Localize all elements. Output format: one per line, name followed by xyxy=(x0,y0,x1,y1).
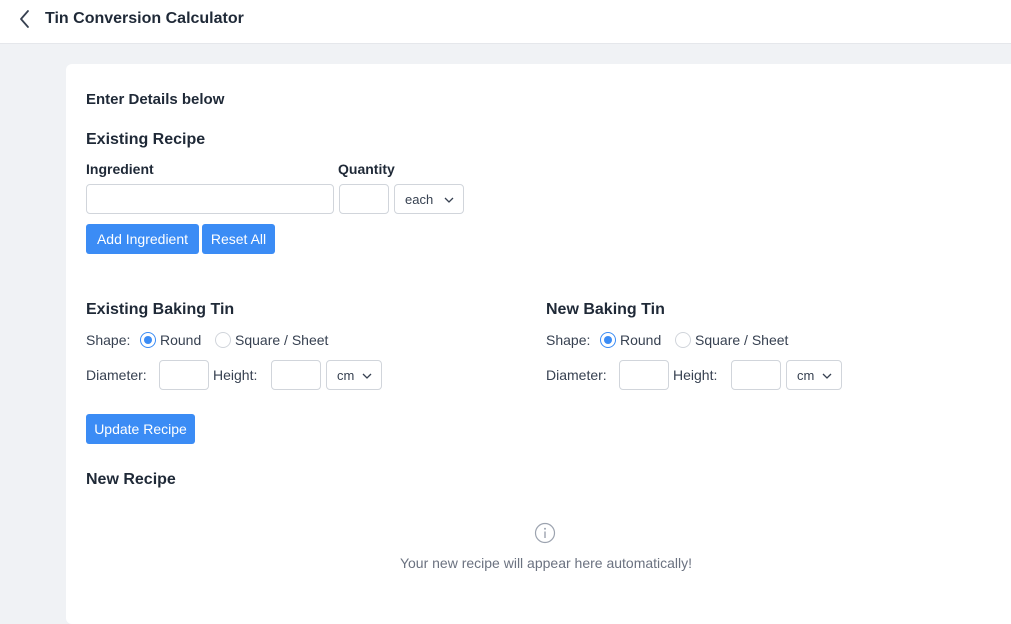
ingredient-label: Ingredient xyxy=(86,161,154,177)
new-tin-unit-select[interactable]: cm xyxy=(786,360,842,390)
existing-tin-heading: Existing Baking Tin xyxy=(86,301,235,318)
calculator-card: Enter Details below Existing Recipe Ingr… xyxy=(66,64,1011,624)
form-intro: Enter Details below xyxy=(86,91,225,108)
quantity-label: Quantity xyxy=(338,161,395,177)
existing-tin-square-radio[interactable] xyxy=(215,332,231,348)
existing-tin-height-label: Height: xyxy=(213,367,258,383)
existing-tin-round-label[interactable]: Round xyxy=(160,332,201,348)
quantity-unit-value: each xyxy=(405,192,434,207)
new-tin-height-input[interactable] xyxy=(731,360,781,390)
existing-tin-diameter-label: Diameter: xyxy=(86,367,147,383)
chevron-left-icon xyxy=(20,10,29,28)
chevron-down-icon xyxy=(444,197,454,203)
page-title: Tin Conversion Calculator xyxy=(45,10,244,27)
reset-all-button[interactable]: Reset All xyxy=(202,224,275,254)
existing-tin-square-label[interactable]: Square / Sheet xyxy=(235,332,328,348)
new-tin-shape-label: Shape: xyxy=(546,332,591,348)
new-tin-height-label: Height: xyxy=(673,367,718,383)
existing-tin-height-input[interactable] xyxy=(271,360,321,390)
new-recipe-heading: New Recipe xyxy=(86,471,176,488)
new-tin-round-label[interactable]: Round xyxy=(620,332,661,348)
chevron-down-icon xyxy=(362,373,372,379)
quantity-input[interactable] xyxy=(339,184,389,214)
quantity-unit-select[interactable]: each xyxy=(394,184,464,214)
new-tin-square-label[interactable]: Square / Sheet xyxy=(695,332,788,348)
add-ingredient-button[interactable]: Add Ingredient xyxy=(86,224,199,254)
existing-tin-shape-label: Shape: xyxy=(86,332,131,348)
ingredient-input[interactable] xyxy=(86,184,334,214)
new-tin-unit-value: cm xyxy=(797,368,815,383)
new-tin-diameter-input[interactable] xyxy=(619,360,669,390)
new-tin-round-radio[interactable] xyxy=(600,332,616,348)
update-recipe-button[interactable]: Update Recipe xyxy=(86,414,195,444)
back-button[interactable] xyxy=(14,8,36,30)
new-tin-square-radio[interactable] xyxy=(675,332,691,348)
new-recipe-empty-message: Your new recipe will appear here automat… xyxy=(399,555,693,571)
info-icon xyxy=(534,522,556,544)
existing-tin-diameter-input[interactable] xyxy=(159,360,209,390)
existing-tin-round-radio[interactable] xyxy=(140,332,156,348)
new-tin-diameter-label: Diameter: xyxy=(546,367,607,383)
chevron-down-icon xyxy=(822,373,832,379)
existing-tin-unit-value: cm xyxy=(337,368,355,383)
existing-tin-unit-select[interactable]: cm xyxy=(326,360,382,390)
existing-recipe-heading: Existing Recipe xyxy=(86,131,206,148)
new-tin-heading: New Baking Tin xyxy=(546,301,665,318)
top-bar: Tin Conversion Calculator xyxy=(0,0,1011,44)
